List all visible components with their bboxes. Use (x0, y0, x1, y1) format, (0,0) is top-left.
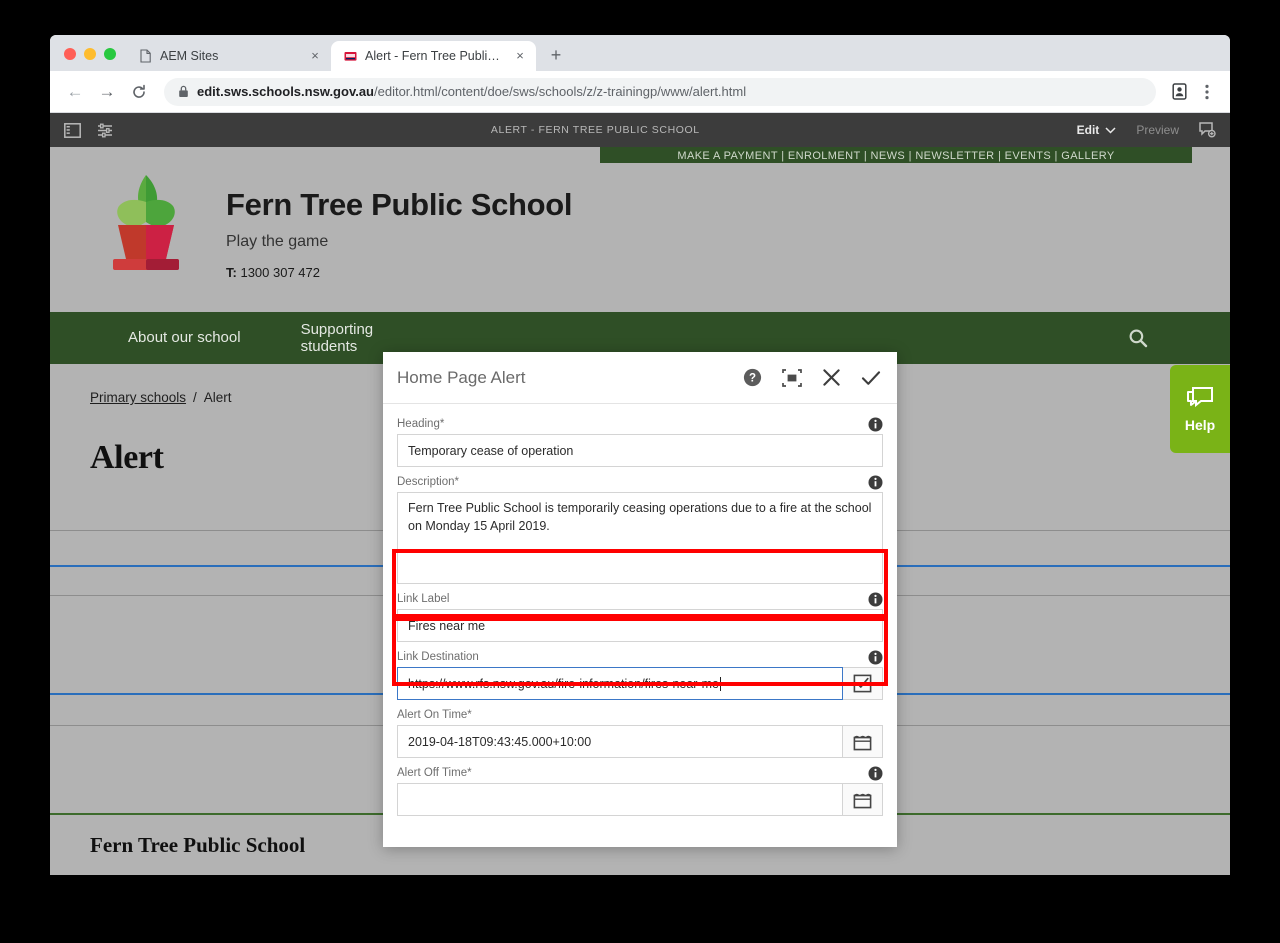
sliders-icon[interactable] (97, 123, 114, 138)
close-icon[interactable] (822, 368, 841, 387)
page-picker-icon[interactable] (843, 667, 883, 700)
lock-icon (178, 85, 189, 98)
address-bar-url: edit.sws.schools.nsw.gov.au/editor.html/… (197, 84, 746, 99)
forward-button[interactable]: → (92, 77, 122, 107)
alert-on-time-input[interactable]: 2019-04-18T09:43:45.000+10:00 (397, 725, 843, 758)
reload-button[interactable] (124, 77, 154, 107)
info-icon[interactable] (868, 592, 883, 607)
browser-window: AEM Sites × Alert - Fern Tree Public Sch… (50, 35, 1230, 875)
dialog-body: Heading* Temporary cease of operation De… (383, 404, 897, 816)
new-tab-button[interactable]: + (542, 41, 570, 69)
info-icon[interactable] (868, 417, 883, 432)
tab-close-button[interactable]: × (307, 48, 323, 64)
breadcrumb-current: Alert (203, 390, 232, 405)
field-label: Link Label (397, 593, 450, 605)
nav-item-supporting-students[interactable]: Supporting students (301, 321, 375, 356)
field-alert-off-time: Alert Off Time* (397, 766, 883, 816)
breadcrumb-separator: / (193, 390, 197, 405)
browser-toolbar: ← → edit.sws.schools.nsw.gov.au/editor.h… (50, 71, 1230, 113)
site-header: Fern Tree Public School Play the game T:… (50, 147, 1230, 312)
help-button[interactable]: Help (1170, 365, 1230, 453)
heading-input[interactable]: Temporary cease of operation (397, 434, 883, 467)
tab-title: AEM Sites (160, 49, 219, 63)
window-controls (58, 48, 126, 71)
field-label: Alert Off Time* (397, 767, 472, 779)
aem-mode-selector[interactable]: Edit (1077, 123, 1117, 137)
field-label: Description* (397, 476, 459, 488)
confirm-icon[interactable] (861, 369, 881, 387)
calendar-icon[interactable] (843, 783, 883, 816)
field-label: Alert On Time* (397, 709, 472, 721)
nsw-gov-icon (343, 49, 357, 63)
link-label-input[interactable]: Fires near me (397, 609, 883, 642)
address-bar[interactable]: edit.sws.schools.nsw.gov.au/editor.html/… (164, 77, 1156, 106)
info-icon[interactable] (868, 650, 883, 665)
nav-item-about-our-school[interactable]: About our school (128, 329, 241, 346)
profile-icon[interactable] (1166, 79, 1192, 105)
field-description: Description* Fern Tree Public School is … (397, 475, 883, 584)
potted-plant-logo (96, 169, 196, 289)
kebab-menu-icon[interactable] (1194, 79, 1220, 105)
school-name: Fern Tree Public School (226, 187, 573, 222)
fullscreen-icon[interactable] (782, 368, 802, 387)
maximize-window-button[interactable] (104, 48, 116, 60)
search-icon[interactable] (1128, 328, 1148, 348)
document-icon (138, 49, 152, 63)
home-page-alert-dialog: Home Page Alert ? Heading* Temporary cea… (383, 352, 897, 847)
text-cursor (720, 676, 721, 691)
breadcrumb-link-primary-schools[interactable]: Primary schools (90, 390, 186, 405)
aem-mode-label: Edit (1076, 123, 1100, 137)
url-path: /editor.html/content/doe/sws/schools/z/z… (374, 84, 747, 99)
minimize-window-button[interactable] (84, 48, 96, 60)
school-phone: T: 1300 307 472 (226, 265, 572, 280)
chevron-down-icon (1105, 126, 1116, 134)
dialog-header: Home Page Alert ? (383, 352, 897, 404)
field-label: Heading* (397, 418, 445, 430)
aem-preview-button[interactable]: Preview (1136, 123, 1179, 137)
calendar-icon[interactable] (843, 725, 883, 758)
phone-prefix: T: (226, 265, 237, 280)
field-label: Link Destination (397, 651, 479, 663)
aem-page-title: ALERT - FERN TREE PUBLIC SCHOOL (490, 124, 700, 136)
tab-title: Alert - Fern Tree Public School (365, 49, 504, 63)
info-icon[interactable] (868, 475, 883, 490)
help-label: Help (1184, 417, 1216, 433)
back-button[interactable]: ← (60, 77, 90, 107)
alert-off-time-input[interactable] (397, 783, 843, 816)
url-host: edit.sws.schools.nsw.gov.au (197, 84, 374, 99)
browser-tab-alert-fern-tree[interactable]: Alert - Fern Tree Public School × (331, 41, 536, 71)
aem-editor-toolbar: ALERT - FERN TREE PUBLIC SCHOOL Edit Pre… (50, 113, 1230, 147)
close-window-button[interactable] (64, 48, 76, 60)
help-icon[interactable]: ? (743, 368, 762, 387)
browser-tab-strip: AEM Sites × Alert - Fern Tree Public Sch… (50, 35, 1230, 71)
chat-bubble-icon (1185, 385, 1215, 411)
dialog-title: Home Page Alert (397, 367, 526, 387)
annotate-icon[interactable] (1199, 122, 1216, 138)
field-alert-on-time: Alert On Time* 2019-04-18T09:43:45.000+1… (397, 709, 883, 758)
school-tagline: Play the game (226, 233, 329, 250)
description-textarea[interactable]: Fern Tree Public School is temporarily c… (397, 492, 883, 584)
browser-tab-aem-sites[interactable]: AEM Sites × (126, 41, 331, 71)
field-link-destination: Link Destination https://www.rfs.nsw.gov… (397, 650, 883, 700)
tab-close-button[interactable]: × (512, 48, 528, 64)
field-heading: Heading* Temporary cease of operation (397, 417, 883, 467)
field-link-label: Link Label Fires near me (397, 592, 883, 642)
info-icon[interactable] (868, 766, 883, 781)
phone-number: 1300 307 472 (240, 265, 320, 280)
side-panel-icon[interactable] (64, 122, 81, 138)
page-viewport: MAKE A PAYMENT | ENROLMENT | NEWS | NEWS… (50, 147, 1230, 875)
link-destination-input[interactable]: https://www.rfs.nsw.gov.au/fire-informat… (397, 667, 843, 700)
link-destination-value: https://www.rfs.nsw.gov.au/fire-informat… (408, 676, 719, 691)
svg-text:?: ? (749, 373, 756, 385)
